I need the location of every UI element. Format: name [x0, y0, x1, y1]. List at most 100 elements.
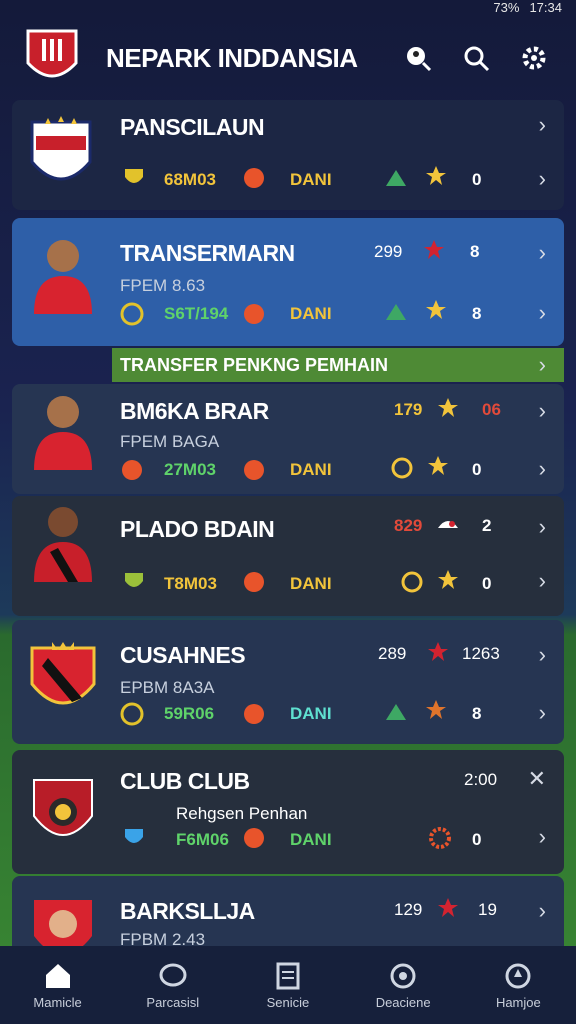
- shield-icon: [125, 169, 143, 183]
- chevron-right-icon[interactable]: ›: [539, 352, 546, 378]
- chevron-right-icon[interactable]: ›: [539, 398, 546, 424]
- player-card[interactable]: TRANSERMARN 299 8 › FPEM 8.63 S6T/194 DA…: [12, 218, 564, 346]
- status-bar: 73% 17:34: [0, 0, 576, 18]
- compass-icon: [390, 963, 416, 988]
- document-icon: [276, 962, 300, 989]
- chevron-right-icon[interactable]: ›: [539, 642, 546, 668]
- search-person-icon[interactable]: [402, 42, 434, 74]
- stat-value: S6T/194: [164, 304, 229, 323]
- nav-service[interactable]: Senicie: [238, 946, 338, 1024]
- nav-discover[interactable]: Deaciene: [353, 946, 453, 1024]
- player-card[interactable]: BM6KA BRAR 179 06 › FPEM BAGA 27M03 DANI…: [12, 384, 564, 494]
- stat-value: 68M03: [164, 170, 216, 189]
- star-icon: [426, 700, 446, 719]
- player-subtitle: FPEM BAGA: [120, 432, 220, 451]
- coin-icon: [401, 571, 423, 593]
- club-crest-icon: [30, 642, 96, 705]
- player-avatar: [34, 396, 92, 470]
- right-value: 0: [472, 460, 482, 479]
- player-card[interactable]: BARKSLLJA 129 19 › FPBM 2.43: [12, 876, 564, 956]
- nav-label: Hamjoe: [495, 994, 541, 1010]
- close-icon[interactable]: ✕: [528, 766, 546, 792]
- chat-icon: [159, 963, 187, 986]
- shield-icon: [122, 460, 142, 480]
- star-icon: [426, 166, 446, 185]
- club-crest-icon: [33, 779, 93, 836]
- trend-icon: [386, 170, 406, 186]
- battery-text: 73%: [493, 0, 520, 15]
- right-value: 1263: [462, 644, 500, 663]
- right-value: 8: [470, 242, 480, 261]
- chevron-right-icon[interactable]: ›: [539, 898, 546, 924]
- chevron-right-icon[interactable]: ›: [539, 456, 546, 482]
- rating-value: 829: [394, 516, 423, 535]
- nav-label: Mamicle: [33, 994, 82, 1010]
- stat-value: F6M06: [176, 830, 229, 849]
- club-name: CLUB CLUB: [120, 768, 250, 794]
- player-card[interactable]: PLADO BDAIN 829 2 › T8M03 DANI 0 ›: [12, 496, 564, 616]
- stat-label: DANI: [290, 460, 332, 479]
- jersey-icon: [438, 521, 458, 528]
- stat-value: 59R06: [164, 704, 215, 723]
- stat-label: DANI: [290, 574, 332, 593]
- right-value: 06: [482, 400, 501, 419]
- club-card[interactable]: CUSAHNES 289 1263 › EPBM 8A3A 59R06 DANI…: [12, 620, 564, 744]
- nav-home[interactable]: Mamicle: [8, 946, 108, 1024]
- time-value: 2:00: [464, 770, 498, 789]
- chevron-right-icon[interactable]: ›: [539, 824, 546, 850]
- ball-icon: [244, 704, 264, 724]
- chevron-right-icon[interactable]: ›: [539, 112, 546, 138]
- stat-label: DANI: [290, 170, 332, 189]
- ball-icon: [244, 304, 264, 324]
- shield-icon: [125, 829, 143, 843]
- player-name: BARKSLLJA: [120, 898, 255, 924]
- chevron-right-icon[interactable]: ›: [539, 166, 546, 192]
- star-icon: [426, 300, 446, 319]
- bottom-nav: Mamicle Parcasisl Senicie Deaciene Hamjo…: [0, 946, 576, 1024]
- chevron-right-icon[interactable]: ›: [539, 300, 546, 326]
- chevron-right-icon[interactable]: ›: [539, 240, 546, 266]
- nav-profile[interactable]: Hamjoe: [468, 946, 568, 1024]
- search-icon[interactable]: [460, 42, 492, 74]
- gear-icon: [429, 827, 451, 849]
- rating-value: 179: [394, 400, 423, 419]
- star-icon: [424, 240, 444, 259]
- ball-icon: [244, 572, 264, 592]
- club-subtitle: Rehgsen Penhan: [176, 804, 308, 823]
- ball-icon: [244, 168, 264, 188]
- trend-icon: [386, 704, 406, 720]
- coin-icon: [391, 457, 413, 479]
- chevron-right-icon[interactable]: ›: [539, 514, 546, 540]
- right-value: 0: [472, 830, 482, 849]
- player-avatar: [34, 240, 92, 314]
- stat-value: T8M03: [164, 574, 217, 593]
- shield-icon: [120, 302, 144, 326]
- nav-label: Parcasisl: [146, 994, 200, 1010]
- settings-icon[interactable]: [518, 42, 550, 74]
- banner-label: TRANSFER PENKNG PEMHAIN: [120, 354, 389, 375]
- stat-value: 27M03: [164, 460, 216, 479]
- right-value: 19: [478, 900, 497, 919]
- player-subtitle: FPEM 8.63: [120, 276, 206, 295]
- nav-messages[interactable]: Parcasisl: [123, 946, 223, 1024]
- club-card[interactable]: CLUB CLUB 2:00 ✕ Rehgsen Penhan F6M06 DA…: [12, 750, 564, 874]
- nav-label: Deaciene: [375, 994, 431, 1010]
- home-icon: [45, 963, 70, 988]
- chevron-right-icon[interactable]: ›: [539, 700, 546, 726]
- trend-icon: [386, 304, 406, 320]
- app-header: NEPARK INDDANSIA: [0, 18, 576, 98]
- shield-icon: [125, 573, 143, 587]
- rating-value: 289: [378, 644, 407, 663]
- club-name: CUSAHNES: [120, 642, 246, 668]
- clock: 17:34: [529, 0, 562, 15]
- right-value: 2: [482, 516, 492, 535]
- page-title: NEPARK INDDANSIA: [106, 42, 358, 73]
- stat-label: DANI: [290, 830, 332, 849]
- star-icon: [438, 898, 458, 917]
- nav-label: Senicie: [266, 994, 310, 1010]
- club-card[interactable]: PANSCILAUN › 68M03 DANI 0 ›: [12, 100, 564, 210]
- transfer-banner[interactable]: TRANSFER PENKNG PEMHAIN ›: [112, 348, 564, 382]
- player-avatar: [34, 507, 92, 582]
- club-name: PANSCILAUN: [120, 114, 265, 140]
- chevron-right-icon[interactable]: ›: [539, 568, 546, 594]
